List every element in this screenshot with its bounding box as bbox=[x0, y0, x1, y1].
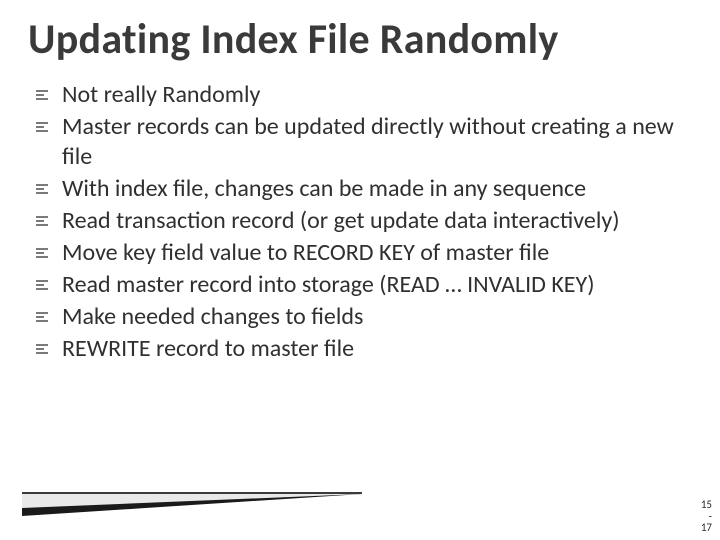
bullet-text: Read transaction record (or get update d… bbox=[62, 206, 619, 235]
page-number: 15 - 17 bbox=[701, 499, 712, 534]
bullet-text: Read master record into storage (READ … … bbox=[62, 270, 595, 299]
bullet-text: Master records can be updated directly w… bbox=[62, 112, 674, 171]
list-item: With index file, changes can be made in … bbox=[28, 174, 692, 204]
list-item: Not really Randomly bbox=[28, 80, 692, 110]
bullet-text: Not really Randomly bbox=[62, 80, 260, 109]
list-item: Make needed changes to fields bbox=[28, 302, 692, 332]
list-item: Read transaction record (or get update d… bbox=[28, 206, 692, 236]
list-item: Read master record into storage (READ … … bbox=[28, 270, 692, 300]
page-number-page: 17 bbox=[701, 522, 712, 534]
bullet-text: With index file, changes can be made in … bbox=[62, 174, 586, 203]
bullet-text: Make needed changes to fields bbox=[62, 302, 363, 331]
bullet-text: Move key field value to RECORD KEY of ma… bbox=[62, 238, 549, 267]
decorative-wedge-icon bbox=[22, 490, 362, 520]
bullet-text: REWRITE record to master file bbox=[62, 334, 354, 363]
bullet-list: Not really Randomly Master records can b… bbox=[28, 80, 692, 364]
slide-title: Updating Index File Randomly bbox=[28, 18, 692, 62]
list-item: Master records can be updated directly w… bbox=[28, 112, 692, 172]
list-item: Move key field value to RECORD KEY of ma… bbox=[28, 238, 692, 268]
slide: Updating Index File Randomly Not really … bbox=[0, 0, 720, 540]
list-item: REWRITE record to master file bbox=[28, 334, 692, 364]
